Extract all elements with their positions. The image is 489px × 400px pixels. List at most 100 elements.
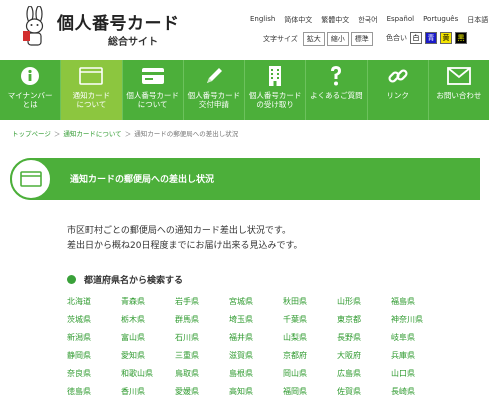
breadcrumb-notification-card-link[interactable]: 通知カードについて: [63, 128, 121, 138]
nav-item-card-application[interactable]: 個人番号カード 交付申請: [184, 60, 245, 120]
text-size-enlarge-button[interactable]: 拡大: [302, 32, 325, 46]
description-line: 市区町村ごとの郵便局への通知カード差出し状況です。: [67, 226, 292, 236]
color-scheme-control: 色合い 白 青 黄 黒: [386, 32, 467, 44]
prefecture-link[interactable]: 香川県: [121, 386, 161, 400]
prefecture-link[interactable]: 埼玉県: [229, 314, 269, 332]
prefecture-link[interactable]: 秋田県: [283, 296, 323, 314]
nav-label: マイナンバー: [7, 91, 53, 100]
prefecture-link[interactable]: 島根県: [229, 368, 269, 386]
nav-label: お問い合わせ: [436, 91, 482, 100]
breadcrumb-separator: ＞: [53, 130, 61, 138]
mail-icon: [446, 65, 471, 87]
prefecture-link[interactable]: 奈良県: [67, 368, 107, 386]
mascot-logo-icon[interactable]: [18, 5, 52, 48]
prefecture-link[interactable]: 北海道: [67, 296, 107, 314]
prefecture-link[interactable]: 宮城県: [229, 296, 269, 314]
prefecture-link[interactable]: 長崎県: [391, 386, 431, 400]
nav-item-contact[interactable]: お問い合わせ: [429, 60, 489, 120]
prefecture-link[interactable]: 群馬県: [175, 314, 215, 332]
prefecture-link[interactable]: 鳥取県: [175, 368, 215, 386]
prefecture-link[interactable]: 愛知県: [121, 350, 161, 368]
breadcrumb-home-link[interactable]: トップページ: [12, 128, 51, 138]
nav-label: について: [76, 100, 107, 110]
card-icon: [141, 65, 165, 87]
nav-item-card-receipt[interactable]: 個人番号カード の受け取り: [245, 60, 307, 120]
lang-simplified-chinese[interactable]: 简体中文: [284, 15, 312, 25]
breadcrumb-separator: ＞: [124, 130, 132, 138]
section-heading-text: 都道府県名から検索する: [84, 276, 184, 286]
link-icon: [387, 65, 409, 87]
info-icon: [20, 65, 40, 87]
prefecture-link[interactable]: 広島県: [337, 368, 377, 386]
text-size-control: 文字サイズ 拡大 縮小 標準: [263, 32, 373, 46]
color-yellow-button[interactable]: 黄: [440, 32, 452, 44]
language-selector: English 简体中文 繁體中文 한국어 Español Português …: [250, 15, 488, 25]
building-icon: [266, 65, 284, 87]
prefecture-link[interactable]: 福島県: [391, 296, 431, 314]
description-line: 差出日から概ね20日程度までにお届け出来る見込みです。: [67, 241, 303, 251]
site-header: 個人番号カード 総合サイト English 简体中文 繁體中文 한국어 Espa…: [0, 0, 489, 60]
page-title: 通知カードの郵便局への差出し状況: [70, 175, 215, 185]
prefecture-link[interactable]: 茨城県: [67, 314, 107, 332]
lang-traditional-chinese[interactable]: 繁體中文: [321, 15, 349, 25]
pencil-icon: [203, 65, 225, 87]
nav-item-notification-card[interactable]: 通知カード について: [61, 60, 123, 120]
prefecture-link[interactable]: 岩手県: [175, 296, 215, 314]
nav-item-what-is-mynumber[interactable]: マイナンバー とは: [0, 60, 62, 120]
nav-label: 交付申請: [198, 100, 229, 110]
prefecture-link[interactable]: 三重県: [175, 350, 215, 368]
prefecture-link[interactable]: 福岡県: [283, 386, 323, 400]
prefecture-link[interactable]: 京都府: [283, 350, 323, 368]
breadcrumb-current: 通知カードの郵便局への差出し状況: [134, 130, 239, 138]
nav-label: について: [137, 100, 168, 110]
lang-spanish[interactable]: Español: [387, 15, 414, 25]
prefecture-link[interactable]: 栃木県: [121, 314, 161, 332]
question-icon: [328, 65, 344, 87]
prefecture-link[interactable]: 長野県: [337, 332, 377, 350]
prefecture-link[interactable]: 神奈川県: [391, 314, 431, 332]
prefecture-link[interactable]: 兵庫県: [391, 350, 431, 368]
prefecture-link[interactable]: 新潟県: [67, 332, 107, 350]
text-size-standard-button[interactable]: 標準: [350, 32, 373, 46]
page-title-bar: 通知カードの郵便局への差出し状況: [10, 158, 480, 200]
nav-label: 個人番号カード: [126, 91, 179, 100]
prefecture-link[interactable]: 滋賀県: [229, 350, 269, 368]
prefecture-link[interactable]: 岡山県: [283, 368, 323, 386]
color-black-button[interactable]: 黒: [455, 32, 467, 44]
nav-label: よくあるご質問: [310, 91, 363, 100]
nav-label: 通知カード: [72, 91, 111, 100]
page-description: 市区町村ごとの郵便局への通知カード差出し状況です。 差出日から概ね20日程度まで…: [67, 224, 303, 254]
prefecture-link[interactable]: 青森県: [121, 296, 161, 314]
prefecture-link[interactable]: 大阪府: [337, 350, 377, 368]
lang-korean[interactable]: 한국어: [358, 15, 377, 25]
prefecture-link[interactable]: 静岡県: [67, 350, 107, 368]
lang-portuguese[interactable]: Português: [423, 15, 458, 25]
nav-item-mynumber-card[interactable]: 個人番号カード について: [123, 60, 184, 120]
prefecture-link[interactable]: 福井県: [229, 332, 269, 350]
prefecture-link[interactable]: 富山県: [121, 332, 161, 350]
color-white-button[interactable]: 白: [410, 32, 422, 44]
text-size-reduce-button[interactable]: 縮小: [326, 32, 349, 46]
nav-label: 個人番号カード: [248, 91, 302, 100]
lang-japanese[interactable]: 日本語: [467, 15, 488, 25]
prefecture-link[interactable]: 石川県: [175, 332, 215, 350]
lang-english[interactable]: English: [250, 15, 275, 25]
prefecture-grid: 北海道 青森県 岩手県 宮城県 秋田県 山形県 福島県茨城県 栃木県 群馬県 埼玉県 千葉県 東京都神…: [67, 296, 447, 400]
prefecture-link[interactable]: 徳島県: [67, 386, 107, 400]
color-blue-button[interactable]: 青: [425, 32, 437, 44]
prefecture-link[interactable]: 高知県: [229, 386, 269, 400]
prefecture-link[interactable]: 山口県: [391, 368, 431, 386]
nav-item-links[interactable]: リンク: [368, 60, 429, 120]
prefecture-link[interactable]: 佐賀県: [337, 386, 377, 400]
site-subtitle[interactable]: 総合サイト: [108, 33, 158, 48]
prefecture-link[interactable]: 愛媛県: [175, 386, 215, 400]
nav-item-faq[interactable]: よくあるご質問: [306, 60, 368, 120]
prefecture-link[interactable]: 山梨県: [283, 332, 323, 350]
prefecture-link[interactable]: 東京都: [337, 314, 377, 332]
prefecture-link[interactable]: 和歌山県: [121, 368, 161, 386]
prefecture-link[interactable]: 山形県: [337, 296, 377, 314]
prefecture-link[interactable]: 千葉県: [283, 314, 323, 332]
prefecture-link[interactable]: 岐阜県: [391, 332, 431, 350]
site-title[interactable]: 個人番号カード: [57, 9, 180, 34]
nav-label: 個人番号カード: [187, 91, 241, 100]
